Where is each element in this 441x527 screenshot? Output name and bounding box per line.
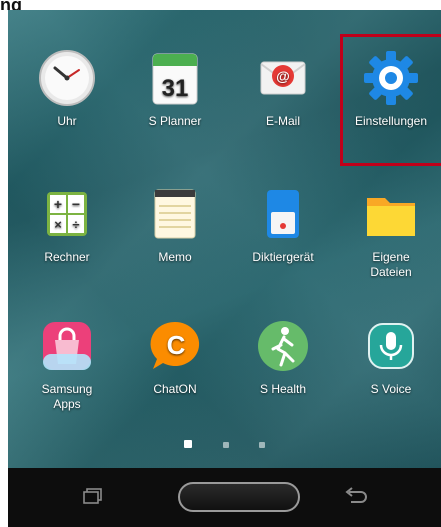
app-email[interactable]: @ E-Mail	[229, 46, 337, 129]
home-button[interactable]	[178, 482, 300, 512]
app-label: S Health	[259, 382, 307, 396]
voice-recorder-icon	[251, 182, 315, 246]
samsung-apps-icon	[35, 314, 99, 378]
calendar-day: 31	[162, 75, 189, 102]
recent-apps-icon[interactable]	[83, 488, 103, 504]
chaton-letter: C	[167, 330, 186, 360]
phone-screen: Uhr 31 S Planner @ E-Mail Einstellungen …	[0, 0, 441, 527]
app-uhr[interactable]: Uhr	[13, 46, 121, 129]
app-label: Samsung Apps	[41, 382, 93, 411]
s-health-icon	[251, 314, 315, 378]
app-chaton[interactable]: C ChatON	[121, 314, 229, 397]
svg-text:÷: ÷	[72, 217, 79, 232]
app-s-health[interactable]: S Health	[229, 314, 337, 397]
app-label: Eigene Dateien	[370, 250, 412, 279]
page-dot[interactable]	[222, 442, 229, 448]
svg-text:−: −	[72, 196, 80, 212]
app-label: E-Mail	[265, 114, 300, 128]
home-screen-wallpaper: Uhr 31 S Planner @ E-Mail Einstellungen …	[8, 10, 441, 468]
app-label: S Voice	[370, 382, 412, 396]
app-grid: Uhr 31 S Planner @ E-Mail Einstellungen …	[8, 10, 441, 468]
page-dot-active[interactable]	[184, 440, 193, 448]
svg-text:@: @	[276, 68, 290, 84]
app-label: ChatON	[153, 382, 197, 396]
app-memo[interactable]: Memo	[121, 182, 229, 265]
settings-highlight-box	[340, 34, 441, 166]
folder-icon	[359, 182, 423, 246]
app-label: Memo	[158, 250, 192, 264]
app-samsung-apps[interactable]: Samsung Apps	[13, 314, 121, 412]
chaton-icon: C	[143, 314, 207, 378]
app-rechner[interactable]: + − × ÷ Rechner	[13, 182, 121, 265]
app-label: S Planner	[148, 114, 202, 128]
app-label: Diktiergerät	[252, 250, 314, 264]
microphone-icon	[359, 314, 423, 378]
memo-icon	[143, 182, 207, 246]
svg-text:+: +	[54, 196, 62, 212]
calendar-icon: 31	[143, 46, 207, 110]
page-dot[interactable]	[258, 442, 265, 448]
app-eigene-dateien[interactable]: Eigene Dateien	[337, 182, 441, 280]
navigation-bar	[8, 468, 441, 527]
app-s-planner[interactable]: 31 S Planner	[121, 46, 229, 129]
app-diktiergeraet[interactable]: Diktiergerät	[229, 182, 337, 265]
app-label: Rechner	[44, 250, 90, 264]
calculator-icon: + − × ÷	[35, 182, 99, 246]
page-indicator	[8, 435, 441, 448]
clock-icon	[35, 46, 99, 110]
app-label: Uhr	[57, 114, 77, 128]
back-icon[interactable]	[343, 486, 369, 506]
app-s-voice[interactable]: S Voice	[337, 314, 441, 397]
email-icon: @	[251, 46, 315, 110]
svg-text:×: ×	[54, 217, 62, 232]
caption-fragment: ng	[0, 0, 22, 10]
